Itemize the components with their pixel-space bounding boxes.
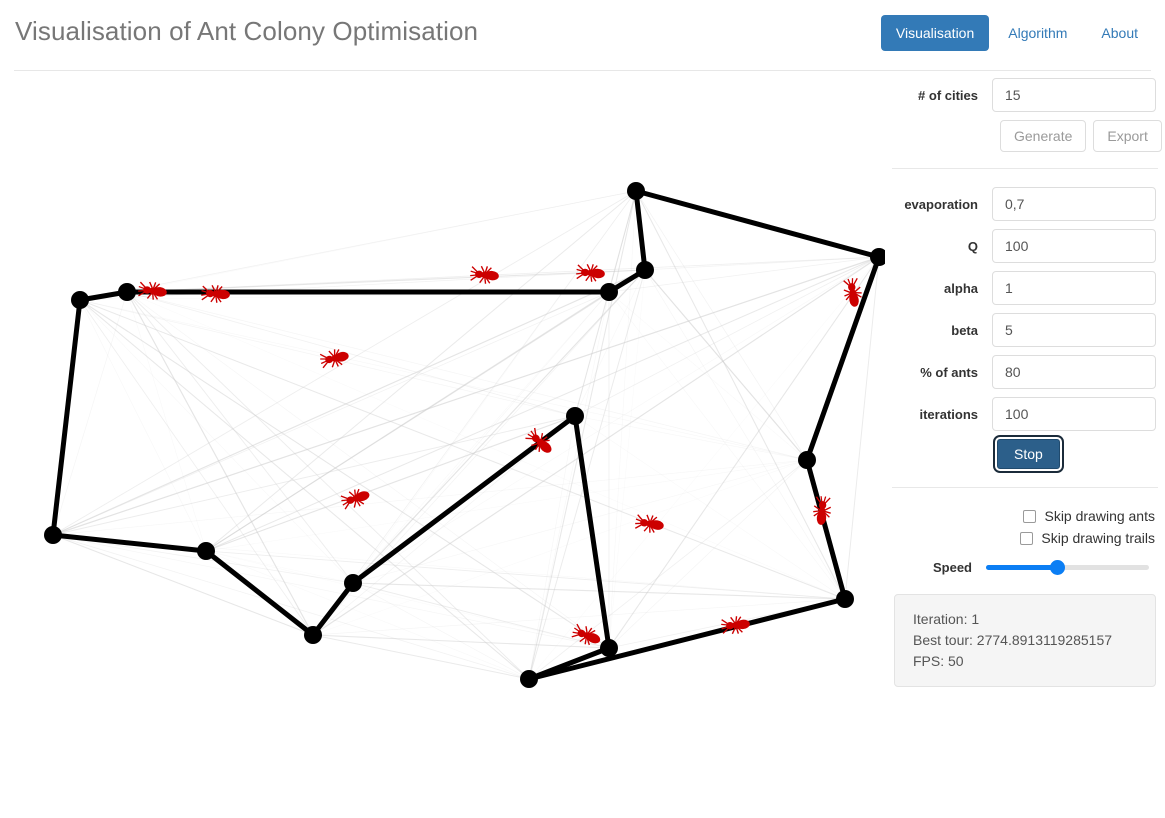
ants-percent-input[interactable]	[992, 355, 1156, 389]
graph-svg	[44, 182, 885, 688]
alpha-label: alpha	[944, 280, 978, 296]
cities-input[interactable]	[992, 78, 1156, 112]
status-best-tour: Best tour: 2774.8913119285157	[913, 632, 1113, 648]
speed-slider-fill	[986, 565, 1057, 570]
app-root: Visualisation of Ant Colony Optimisation…	[0, 0, 1165, 818]
graph-canvas[interactable]	[0, 78, 885, 778]
main-navigation: Visualisation Algorithm About	[880, 15, 1153, 51]
evaporation-row: evaporation	[885, 187, 1165, 221]
status-fps: FPS: 50	[913, 653, 964, 669]
ants-percent-row: % of ants	[885, 355, 1165, 389]
skip-ants-label: Skip drawing ants	[1044, 508, 1155, 524]
tab-algorithm[interactable]: Algorithm	[993, 15, 1082, 51]
speed-label: Speed	[932, 559, 972, 575]
beta-label: beta	[951, 322, 978, 338]
q-row: Q	[885, 229, 1165, 263]
generate-button[interactable]: Generate	[1000, 120, 1087, 152]
panel-divider-top	[892, 168, 1158, 169]
speed-slider[interactable]	[986, 558, 1149, 576]
tab-visualisation[interactable]: Visualisation	[880, 15, 990, 51]
header-divider	[14, 70, 1151, 71]
cities-label: # of cities	[918, 87, 978, 103]
skip-trails-checkbox[interactable]	[1020, 531, 1034, 545]
alpha-input[interactable]	[992, 271, 1156, 305]
speed-row: Speed	[885, 558, 1165, 576]
iterations-label: iterations	[919, 406, 978, 422]
q-input[interactable]	[992, 229, 1156, 263]
stop-row: Stop	[988, 435, 1165, 473]
cities-row: # of cities	[885, 78, 1165, 112]
stop-button[interactable]: Stop	[993, 435, 1064, 473]
tab-about[interactable]: About	[1086, 15, 1153, 51]
page-title: Visualisation of Ant Colony Optimisation	[15, 16, 479, 46]
export-button[interactable]: Export	[1093, 120, 1162, 152]
skip-ants-checkbox[interactable]	[1023, 509, 1037, 523]
evaporation-input[interactable]	[992, 187, 1156, 221]
skip-trails-label: Skip drawing trails	[1041, 530, 1155, 546]
pheromone-trail-layer	[52, 190, 880, 680]
skip-ants-row[interactable]: Skip drawing ants	[885, 508, 1165, 524]
panel-divider-bottom	[892, 487, 1158, 488]
ant-layer	[136, 262, 865, 650]
ants-percent-label: % of ants	[920, 364, 978, 380]
generate-export-row: Generate Export	[991, 120, 1165, 152]
alpha-row: alpha	[885, 271, 1165, 305]
iterations-row: iterations	[885, 397, 1165, 431]
beta-row: beta	[885, 313, 1165, 347]
speed-slider-thumb[interactable]	[1049, 560, 1065, 575]
q-label: Q	[967, 238, 978, 254]
status-box: Iteration: 1 Best tour: 2774.89131192851…	[894, 594, 1156, 687]
city-node-layer	[44, 182, 885, 688]
header: Visualisation of Ant Colony Optimisation…	[0, 0, 1165, 71]
control-panel: # of cities Generate Export evaporation …	[885, 78, 1165, 808]
iterations-input[interactable]	[992, 397, 1156, 431]
beta-input[interactable]	[992, 313, 1156, 347]
evaporation-label: evaporation	[904, 196, 978, 212]
status-iteration: Iteration: 1	[913, 611, 980, 627]
skip-trails-row[interactable]: Skip drawing trails	[885, 530, 1165, 546]
